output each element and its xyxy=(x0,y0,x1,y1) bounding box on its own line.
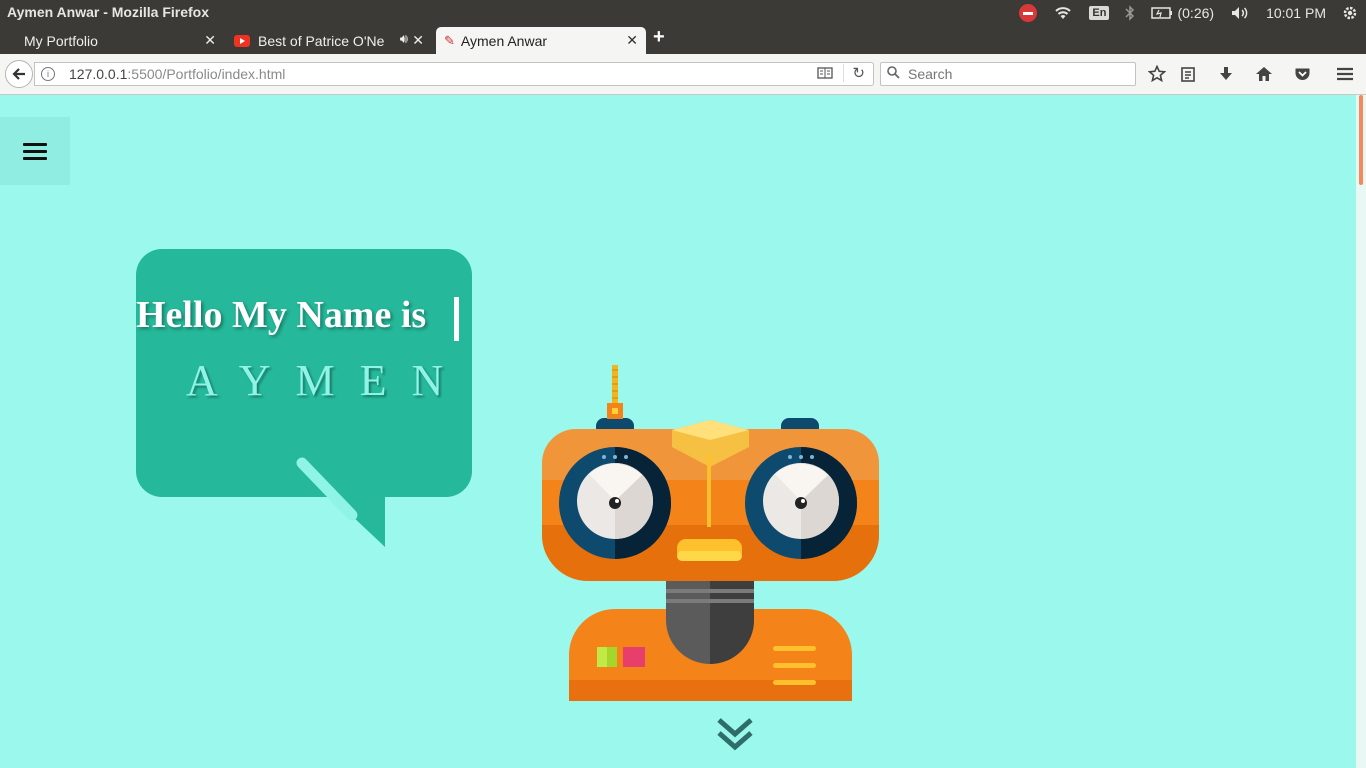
bluetooth-icon[interactable] xyxy=(1125,4,1135,21)
home-icon[interactable] xyxy=(1254,64,1274,84)
system-tray: En (0:26) 10:01 PM xyxy=(1019,0,1366,25)
tab-strip: My Portfolio ✕ Best of Patrice O'Ne 🔊︎ ✕… xyxy=(0,25,1366,54)
search-icon xyxy=(887,66,900,82)
menu-icon[interactable] xyxy=(0,117,70,185)
tab-aymen-anwar[interactable]: ✎ Aymen Anwar ✕ xyxy=(436,27,646,54)
tab-youtube[interactable]: Best of Patrice O'Ne 🔊︎ ✕ xyxy=(226,27,432,54)
close-tab-icon[interactable]: ✕ xyxy=(412,32,424,49)
speaker-icon[interactable]: 🔊︎ xyxy=(400,31,408,47)
search-box[interactable] xyxy=(880,62,1136,86)
tab-label: My Portfolio xyxy=(24,32,98,49)
tab-my-portfolio[interactable]: My Portfolio ✕ xyxy=(16,27,224,54)
chevron-double-down-icon[interactable] xyxy=(715,716,755,752)
battery-indicator[interactable]: (0:26) xyxy=(1151,5,1214,21)
url-path: :5500/Portfolio/index.html xyxy=(127,66,286,82)
wifi-icon[interactable] xyxy=(1053,5,1073,21)
back-button[interactable] xyxy=(5,60,33,88)
url-bar[interactable]: i 127.0.0.1:5500/Portfolio/index.html ↻ xyxy=(34,62,874,86)
site-info-icon[interactable]: i xyxy=(41,67,55,81)
close-tab-icon[interactable]: ✕ xyxy=(204,32,216,49)
url-host: 127.0.0.1 xyxy=(69,66,128,82)
favicon-icon: ✎ xyxy=(444,32,455,48)
page-scrollbar[interactable] xyxy=(1356,95,1366,768)
scrollbar-thumb[interactable] xyxy=(1359,95,1363,185)
clock[interactable]: 10:01 PM xyxy=(1266,5,1326,21)
tab-label: Best of Patrice O'Ne xyxy=(258,32,385,49)
hamburger-menu-icon[interactable] xyxy=(1335,64,1355,84)
pocket-icon[interactable] xyxy=(1292,64,1312,84)
url-text[interactable]: 127.0.0.1:5500/Portfolio/index.html xyxy=(69,66,285,82)
reader-view-icon[interactable] xyxy=(817,67,833,82)
typing-cursor xyxy=(454,297,459,341)
greeting-text: Hello My Name is xyxy=(136,294,427,336)
search-input[interactable] xyxy=(906,65,1130,83)
close-tab-icon[interactable]: ✕ xyxy=(626,32,638,49)
new-tab-icon[interactable]: + xyxy=(653,26,665,49)
reload-icon[interactable]: ↻ xyxy=(843,64,865,82)
back-arrow-icon xyxy=(12,68,25,80)
battery-time: (0:26) xyxy=(1177,4,1215,21)
navigation-toolbar: i 127.0.0.1:5500/Portfolio/index.html ↻ xyxy=(0,54,1366,95)
volume-icon[interactable] xyxy=(1230,5,1250,21)
window-title: Aymen Anwar - Mozilla Firefox xyxy=(7,4,209,20)
hero-name: AYMEN xyxy=(186,356,469,405)
system-top-bar: Aymen Anwar - Mozilla Firefox En (0:26) … xyxy=(0,0,1366,25)
settings-gear-icon[interactable] xyxy=(1342,5,1358,21)
keyboard-layout-indicator[interactable]: En xyxy=(1089,5,1110,20)
bookmarks-list-icon[interactable] xyxy=(1178,64,1198,84)
bookmark-star-icon[interactable] xyxy=(1147,64,1167,84)
tab-label: Aymen Anwar xyxy=(460,32,548,49)
youtube-icon xyxy=(234,34,250,47)
page-viewport: Hello My Name is AYMEN xyxy=(0,95,1356,768)
stop-icon[interactable] xyxy=(1019,3,1038,22)
download-icon[interactable] xyxy=(1216,64,1236,84)
